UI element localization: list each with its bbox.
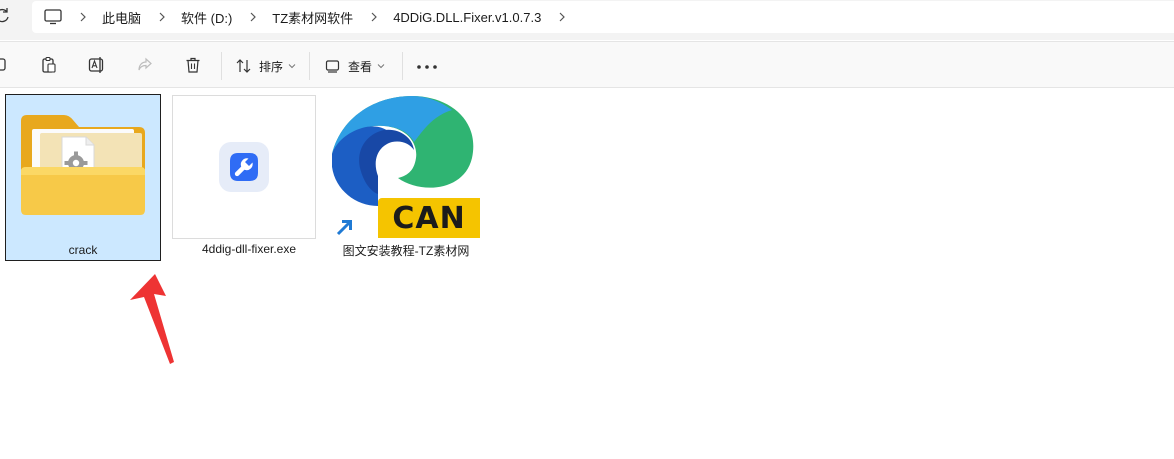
shortcut-arrow-icon: [332, 214, 358, 240]
chevron-right-icon[interactable]: [557, 12, 567, 22]
thumbnail-frame: [172, 95, 316, 239]
chevron-right-icon: [159, 12, 165, 22]
view-button[interactable]: 查看: [324, 54, 385, 78]
app-icon: [219, 142, 269, 192]
breadcrumb-label: 此电脑: [102, 10, 142, 26]
breadcrumb-current-folder[interactable]: 4DDiG.DLL.Fixer.v1.0.7.3: [353, 1, 581, 33]
computer-icon: [44, 9, 62, 25]
folder-icon: [21, 115, 145, 215]
address-row: 此电脑 软件 (D:) TZ素材网软件 4DDiG.DLL.Fixer.v1.0…: [0, 0, 1174, 40]
share-icon[interactable]: [136, 56, 154, 74]
file-name: 4ddig-dll-fixer.exe: [201, 242, 297, 256]
edge-browser-icon: [332, 96, 474, 206]
breadcrumb-label: 软件 (D:): [181, 10, 233, 26]
chevron-down-icon: [377, 64, 385, 69]
toolbar-separator: [221, 52, 222, 80]
breadcrumb-this-pc[interactable]: 此电脑: [62, 1, 141, 33]
view-icon: [325, 60, 340, 73]
sort-button[interactable]: 排序: [235, 54, 296, 78]
chevron-down-icon: [288, 64, 296, 69]
file-name: 图文安装教程-TZ素材网: [342, 244, 470, 258]
breadcrumb-tz-folder[interactable]: TZ素材网软件: [232, 1, 353, 33]
annotation-arrow: [130, 274, 174, 364]
wrench-icon: [230, 153, 258, 181]
breadcrumb-label: TZ素材网软件: [272, 10, 354, 26]
more-options-icon[interactable]: [416, 64, 438, 70]
sort-label: 排序: [259, 59, 284, 74]
chevron-right-icon: [250, 12, 257, 22]
breadcrumb-label: 4DDiG.DLL.Fixer.v1.0.7.3: [393, 9, 542, 25]
breadcrumb-drive-d[interactable]: 软件 (D:): [141, 1, 232, 33]
chevron-right-icon: [371, 12, 378, 22]
can-badge: CAN: [378, 198, 480, 238]
file-item-crack-folder[interactable]: crack: [5, 94, 161, 261]
paste-icon[interactable]: [40, 56, 58, 74]
copy-icon[interactable]: [0, 56, 9, 74]
file-name: crack: [68, 243, 98, 257]
chevron-right-icon: [80, 12, 86, 22]
refresh-icon[interactable]: [0, 6, 12, 26]
file-item-exe[interactable]: 4ddig-dll-fixer.exe: [171, 94, 327, 261]
sort-icon: [236, 59, 251, 73]
toolbar-separator: [309, 52, 310, 80]
command-bar: 排序 查看: [0, 41, 1174, 88]
toolbar-separator: [402, 52, 403, 80]
file-item-shortcut[interactable]: CAN 图文安装教程-TZ素材网: [332, 94, 488, 261]
address-bar[interactable]: 此电脑 软件 (D:) TZ素材网软件 4DDiG.DLL.Fixer.v1.0…: [32, 1, 1174, 33]
rename-icon[interactable]: [88, 56, 106, 74]
view-label: 查看: [348, 59, 373, 74]
delete-icon[interactable]: [184, 56, 202, 74]
